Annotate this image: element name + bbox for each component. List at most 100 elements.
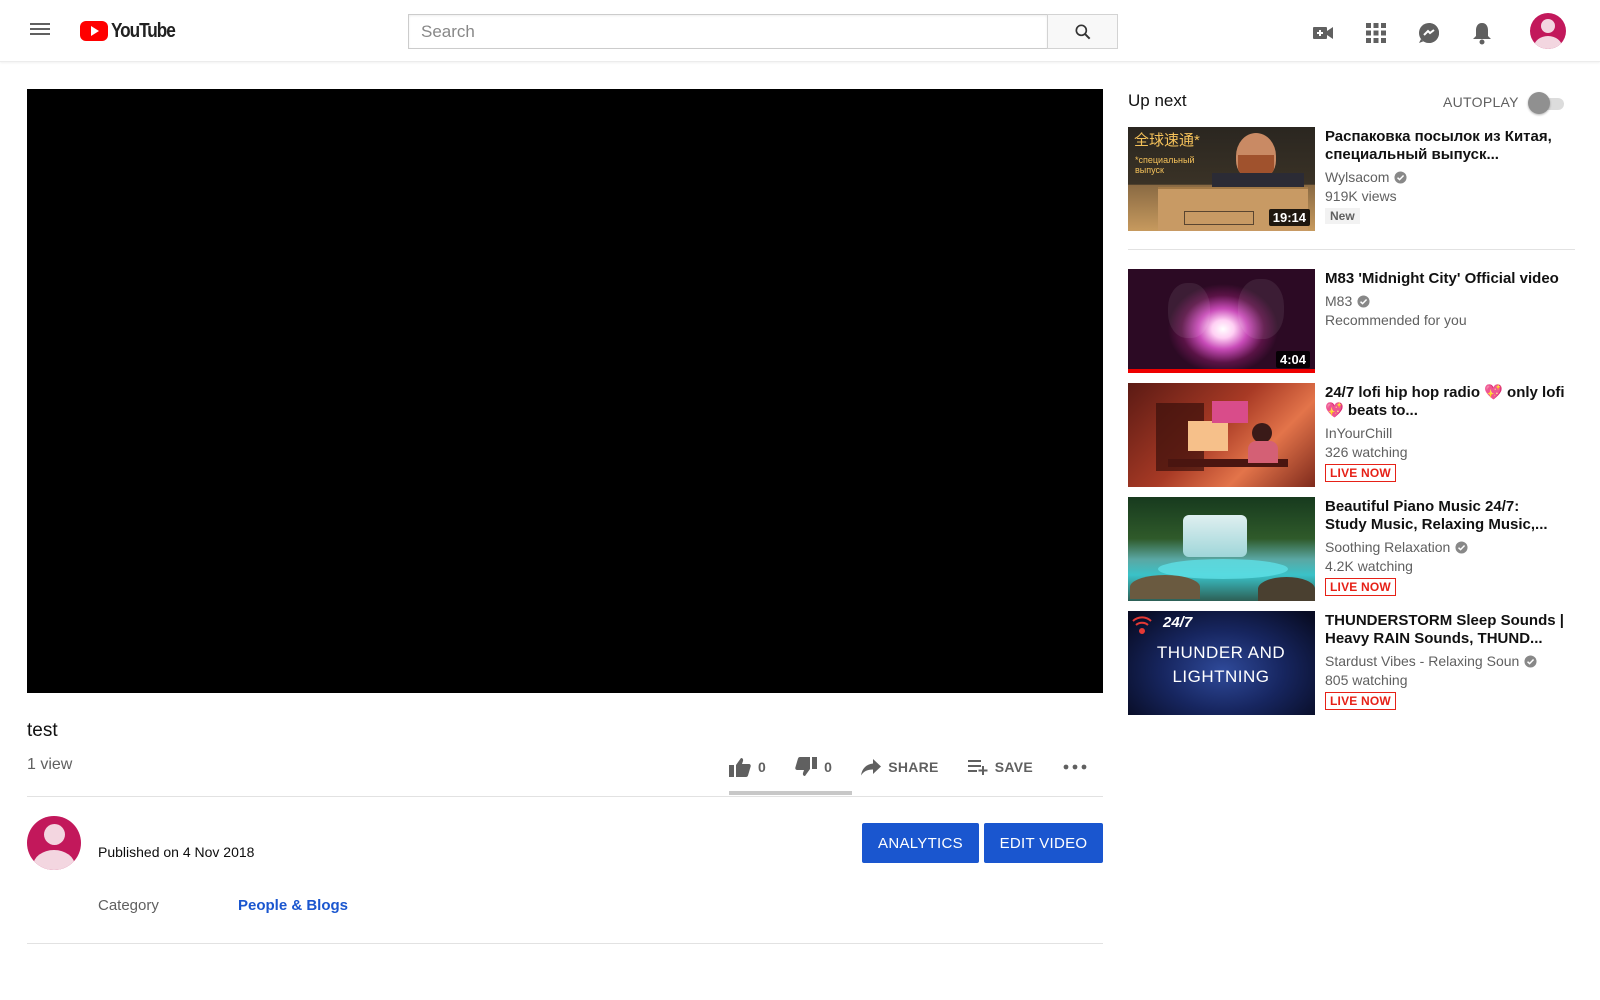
- create-video-icon[interactable]: [1310, 20, 1335, 45]
- top-bar: YouTube: [0, 0, 1600, 62]
- verified-icon: [1394, 170, 1407, 184]
- like-button[interactable]: 0: [728, 756, 766, 778]
- save-label: SAVE: [994, 759, 1033, 775]
- up-next-video[interactable]: 4:04 M83 'Midnight City' Official video …: [1128, 269, 1578, 373]
- video-meta: Beautiful Piano Music 24/7: Study Music,…: [1325, 498, 1565, 596]
- up-next-video[interactable]: 24/7 lofi hip hop radio 💖 only lofi 💖 be…: [1128, 383, 1578, 487]
- logo-text: YouTube: [111, 19, 176, 42]
- video-actions: 0 0 SHARE SAVE: [728, 756, 1115, 778]
- recommendation-note: Recommended for you: [1325, 312, 1467, 328]
- youtube-logo-icon: [80, 21, 108, 41]
- channel-name-text: Stardust Vibes - Relaxing Soun: [1325, 653, 1520, 669]
- sentiment-bar: [729, 791, 852, 795]
- channel-name: M83: [1325, 293, 1565, 309]
- up-next-video[interactable]: 全球速通* *специальный выпуск 19:14 Распаков…: [1128, 127, 1578, 231]
- video-meta: 24/7 lofi hip hop radio 💖 only lofi 💖 be…: [1325, 384, 1565, 482]
- video-thumbnail: [1128, 497, 1315, 601]
- dislike-count: 0: [824, 759, 833, 775]
- more-actions-button[interactable]: [1063, 763, 1087, 771]
- save-icon: [967, 760, 988, 775]
- account-avatar[interactable]: [1530, 13, 1566, 49]
- video-player[interactable]: [27, 89, 1103, 693]
- video-thumbnail: [1128, 383, 1315, 487]
- channel-name-text: Soothing Relaxation: [1325, 539, 1451, 555]
- search-icon: [1075, 24, 1090, 39]
- up-next-video[interactable]: 24/7 THUNDER AND LIGHTNING THUNDERSTORM …: [1128, 611, 1578, 715]
- channel-name: InYourChill: [1325, 425, 1565, 441]
- divider: [1128, 249, 1575, 250]
- analytics-button[interactable]: ANALYTICS: [862, 823, 979, 863]
- verified-icon: [1357, 294, 1370, 308]
- title-part: only lofi: [1507, 384, 1565, 401]
- save-button[interactable]: SAVE: [967, 758, 1033, 776]
- video-title: Beautiful Piano Music 24/7: Study Music,…: [1325, 498, 1548, 533]
- more-icon: [1063, 764, 1087, 770]
- video-title: M83 'Midnight City' Official video: [1325, 270, 1559, 287]
- thumb-text: 24/7: [1163, 614, 1193, 631]
- title-part: beats to...: [1347, 402, 1418, 419]
- edit-video-button[interactable]: EDIT VIDEO: [984, 823, 1103, 863]
- category-link[interactable]: People & Blogs: [238, 897, 348, 914]
- share-icon: [861, 759, 882, 776]
- share-label: SHARE: [888, 759, 939, 775]
- video-thumbnail: 4:04: [1128, 269, 1315, 373]
- channel-avatar[interactable]: [27, 816, 81, 870]
- video-duration: 19:14: [1268, 209, 1310, 226]
- share-button[interactable]: SHARE: [860, 758, 939, 776]
- watching-count: 4.2K watching: [1325, 558, 1413, 574]
- heart-emoji: 💖: [1484, 384, 1503, 401]
- youtube-logo[interactable]: YouTube: [80, 19, 185, 43]
- video-title: 24/7 lofi hip hop radio 💖 only lofi 💖 be…: [1325, 384, 1565, 420]
- channel-name-text: M83: [1325, 293, 1353, 309]
- toggle-knob: [1528, 92, 1550, 114]
- video-meta: M83 'Midnight City' Official video M83 R…: [1325, 270, 1565, 328]
- like-count: 0: [758, 759, 767, 775]
- search-button[interactable]: [1047, 14, 1118, 49]
- category-label: Category: [98, 897, 159, 914]
- channel-name: Wylsacom: [1325, 169, 1565, 185]
- publish-date: Published on 4 Nov 2018: [98, 844, 255, 860]
- watching-count: 805 watching: [1325, 672, 1408, 688]
- thumb-text: THUNDER AND LIGHTNING: [1156, 643, 1286, 686]
- notifications-icon[interactable]: [1469, 20, 1494, 45]
- apps-icon[interactable]: [1363, 20, 1388, 45]
- menu-icon[interactable]: [28, 20, 52, 42]
- channel-name: Stardust Vibes - Relaxing Soun: [1325, 653, 1565, 669]
- header-actions: [1310, 20, 1494, 45]
- new-badge: New: [1325, 208, 1360, 224]
- thumb-text: *специальный выпуск: [1135, 155, 1195, 175]
- video-thumbnail: 24/7 THUNDER AND LIGHTNING: [1128, 611, 1315, 715]
- verified-icon: [1455, 540, 1468, 554]
- video-thumbnail: 全球速通* *специальный выпуск 19:14: [1128, 127, 1315, 231]
- dislike-icon: [795, 757, 818, 776]
- channel-name-text: Wylsacom: [1325, 169, 1390, 185]
- divider: [27, 943, 1103, 944]
- heart-emoji: 💖: [1325, 402, 1344, 419]
- autoplay-toggle[interactable]: [1528, 92, 1566, 114]
- dislike-button[interactable]: 0: [794, 756, 832, 778]
- divider: [27, 796, 1103, 797]
- title-part: 24/7 lofi hip hop radio: [1325, 384, 1481, 401]
- view-count: 919K views: [1325, 188, 1397, 204]
- live-badge: LIVE NOW: [1325, 464, 1396, 482]
- messages-icon[interactable]: [1416, 20, 1441, 45]
- video-title: test: [27, 720, 58, 741]
- video-title: THUNDERSTORM Sleep Sounds | Heavy RAIN S…: [1325, 612, 1564, 647]
- up-next-video[interactable]: Beautiful Piano Music 24/7: Study Music,…: [1128, 497, 1578, 601]
- video-meta: Распаковка посылок из Китая, специальный…: [1325, 128, 1565, 225]
- live-badge: LIVE NOW: [1325, 692, 1396, 710]
- broadcast-icon: [1132, 616, 1152, 634]
- live-badge: LIVE NOW: [1325, 578, 1396, 596]
- like-icon: [729, 758, 751, 777]
- verified-icon: [1524, 654, 1537, 668]
- watching-count: 326 watching: [1325, 444, 1408, 460]
- video-duration: 4:04: [1275, 351, 1310, 368]
- up-next-heading: Up next: [1128, 91, 1187, 110]
- search-input[interactable]: [408, 14, 1048, 49]
- video-meta: THUNDERSTORM Sleep Sounds | Heavy RAIN S…: [1325, 612, 1565, 710]
- channel-name: Soothing Relaxation: [1325, 539, 1565, 555]
- view-count: 1 view: [27, 756, 73, 773]
- thumb-text: 全球速通*: [1134, 132, 1200, 149]
- video-title: Распаковка посылок из Китая, специальный…: [1325, 128, 1552, 163]
- autoplay-label: AUTOPLAY: [1443, 94, 1519, 110]
